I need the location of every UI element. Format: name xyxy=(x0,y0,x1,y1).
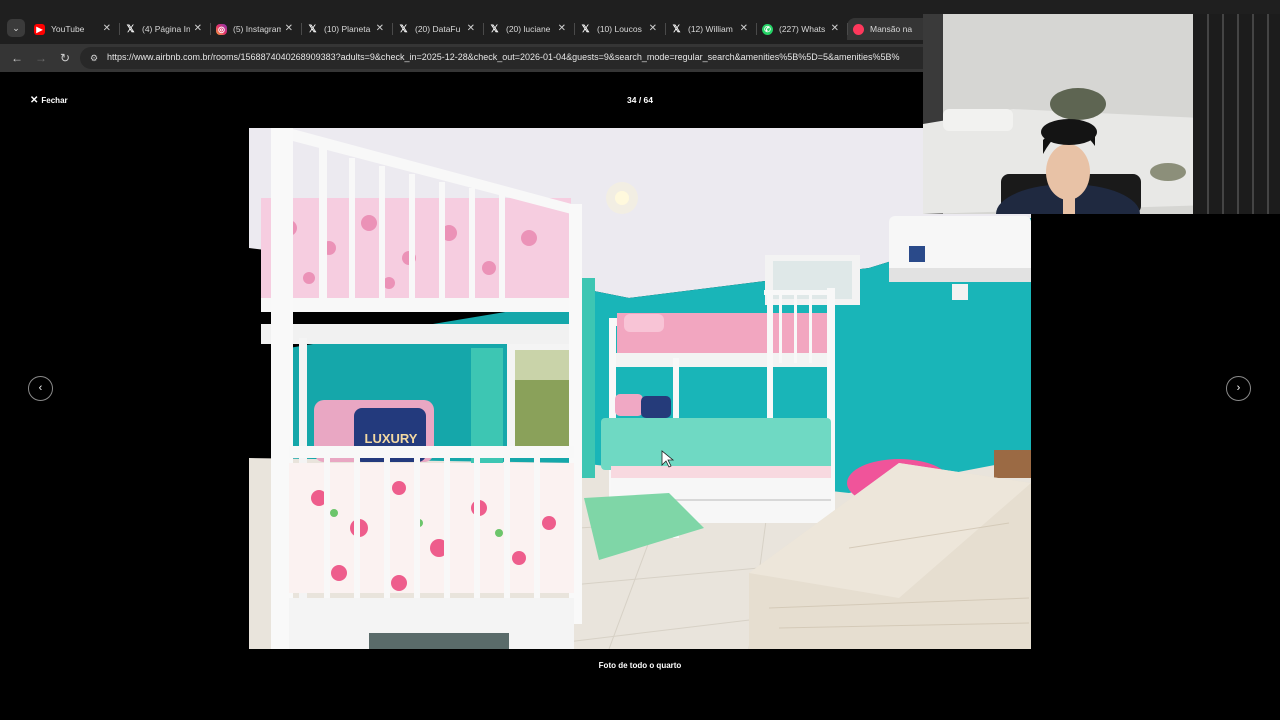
airbnb-icon xyxy=(853,23,864,35)
tab-close-icon[interactable]: ✕ xyxy=(376,22,384,36)
x-icon: 𝕏 xyxy=(581,23,590,35)
back-arrow-icon[interactable]: ← xyxy=(8,49,26,67)
tab-x-loucos[interactable]: 𝕏 (10) Loucos ✕ xyxy=(574,18,665,40)
tab-youtube[interactable]: ▶ YouTube ✕ xyxy=(28,18,119,40)
tab-close-icon[interactable]: ✕ xyxy=(740,22,748,36)
x-icon: 𝕏 xyxy=(490,23,499,35)
x-icon: 𝕏 xyxy=(672,23,681,35)
tab-title: (5) Instagram xyxy=(233,24,281,34)
photo-caption: Foto de todo o quarto xyxy=(598,661,682,670)
tab-close-icon[interactable]: ✕ xyxy=(194,22,202,36)
instagram-icon: ◎ xyxy=(216,23,227,35)
next-photo-button[interactable]: › xyxy=(1226,376,1251,401)
tab-whatsapp[interactable]: ✆ (227) Whats ✕ xyxy=(756,18,847,40)
x-icon: 𝕏 xyxy=(399,23,408,35)
tab-title: (12) William xyxy=(688,24,733,34)
chevron-right-icon: › xyxy=(1236,382,1241,394)
tab-search-chevron-icon[interactable]: ⌄ xyxy=(7,19,25,37)
webcam-overlay xyxy=(923,14,1280,214)
tab-x-luciane[interactable]: 𝕏 (20) luciane ✕ xyxy=(483,18,574,40)
reload-icon[interactable]: ↻ xyxy=(56,49,74,67)
tab-x-datafu[interactable]: 𝕏 (20) DataFu ✕ xyxy=(392,18,483,40)
x-icon: 𝕏 xyxy=(126,23,135,35)
tab-title: (10) Loucos xyxy=(597,24,642,34)
tab-strip: ▶ YouTube ✕ 𝕏 (4) Página In ✕ ◎ (5) Inst… xyxy=(28,18,938,40)
tab-close-icon[interactable]: ✕ xyxy=(558,22,566,36)
room-photo: LUXURY xyxy=(249,128,1031,649)
tab-instagram[interactable]: ◎ (5) Instagram ✕ xyxy=(210,18,301,40)
tab-title: (20) DataFu xyxy=(415,24,461,34)
tab-x-william[interactable]: 𝕏 (12) William ✕ xyxy=(665,18,756,40)
chevron-left-icon: ‹ xyxy=(38,382,43,394)
forward-arrow-icon[interactable]: → xyxy=(32,49,50,67)
tab-title: Mansão na xyxy=(870,24,913,34)
tab-title: YouTube xyxy=(51,24,85,34)
tab-close-icon[interactable]: ✕ xyxy=(285,22,293,36)
tab-title: (20) luciane xyxy=(506,24,551,34)
pillow-logo-text: LUXURY xyxy=(365,431,418,446)
tab-x-planeta[interactable]: 𝕏 (10) Planeta ✕ xyxy=(301,18,392,40)
tab-close-icon[interactable]: ✕ xyxy=(831,22,839,36)
tab-x-pagina[interactable]: 𝕏 (4) Página In ✕ xyxy=(119,18,210,40)
tab-title: (10) Planeta xyxy=(324,24,371,34)
tab-close-icon[interactable]: ✕ xyxy=(467,22,475,36)
previous-photo-button[interactable]: ‹ xyxy=(28,376,53,401)
tab-close-icon[interactable]: ✕ xyxy=(103,22,111,36)
url-text[interactable]: https://www.airbnb.com.br/rooms/15688740… xyxy=(107,52,900,62)
site-info-icon[interactable]: ⚙ xyxy=(88,52,100,64)
whatsapp-icon: ✆ xyxy=(762,23,773,35)
x-icon: 𝕏 xyxy=(308,23,317,35)
youtube-icon: ▶ xyxy=(34,23,45,35)
tab-close-icon[interactable]: ✕ xyxy=(649,22,657,36)
tab-title: (4) Página In xyxy=(142,24,190,34)
tab-title: (227) Whats xyxy=(779,24,826,34)
